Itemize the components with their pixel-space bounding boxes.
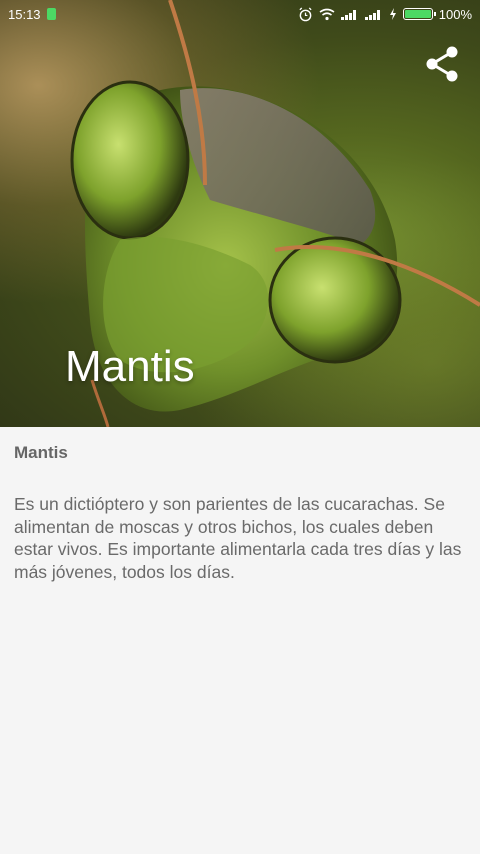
- status-bar: 15:13 100%: [0, 0, 480, 28]
- article-heading: Mantis: [14, 443, 68, 462]
- signal-icon: [340, 10, 356, 20]
- battery-saver-icon: [46, 8, 56, 20]
- article-body: Es un dictióptero y son parientes de las…: [14, 494, 462, 582]
- header-title: Mantis: [65, 342, 195, 391]
- share-icon[interactable]: [422, 44, 462, 84]
- signal-icon: [364, 10, 380, 20]
- wifi-icon: [319, 8, 335, 20]
- article: Mantis Es un dictióptero y son parientes…: [14, 443, 470, 583]
- battery-icon: [402, 8, 436, 20]
- alarm-icon: [299, 6, 312, 21]
- charging-icon: [389, 8, 396, 20]
- status-time: 15:13: [8, 6, 41, 22]
- battery-percent: 100%: [438, 6, 472, 22]
- header-image: 15:13 100% Mantis: [0, 0, 480, 427]
